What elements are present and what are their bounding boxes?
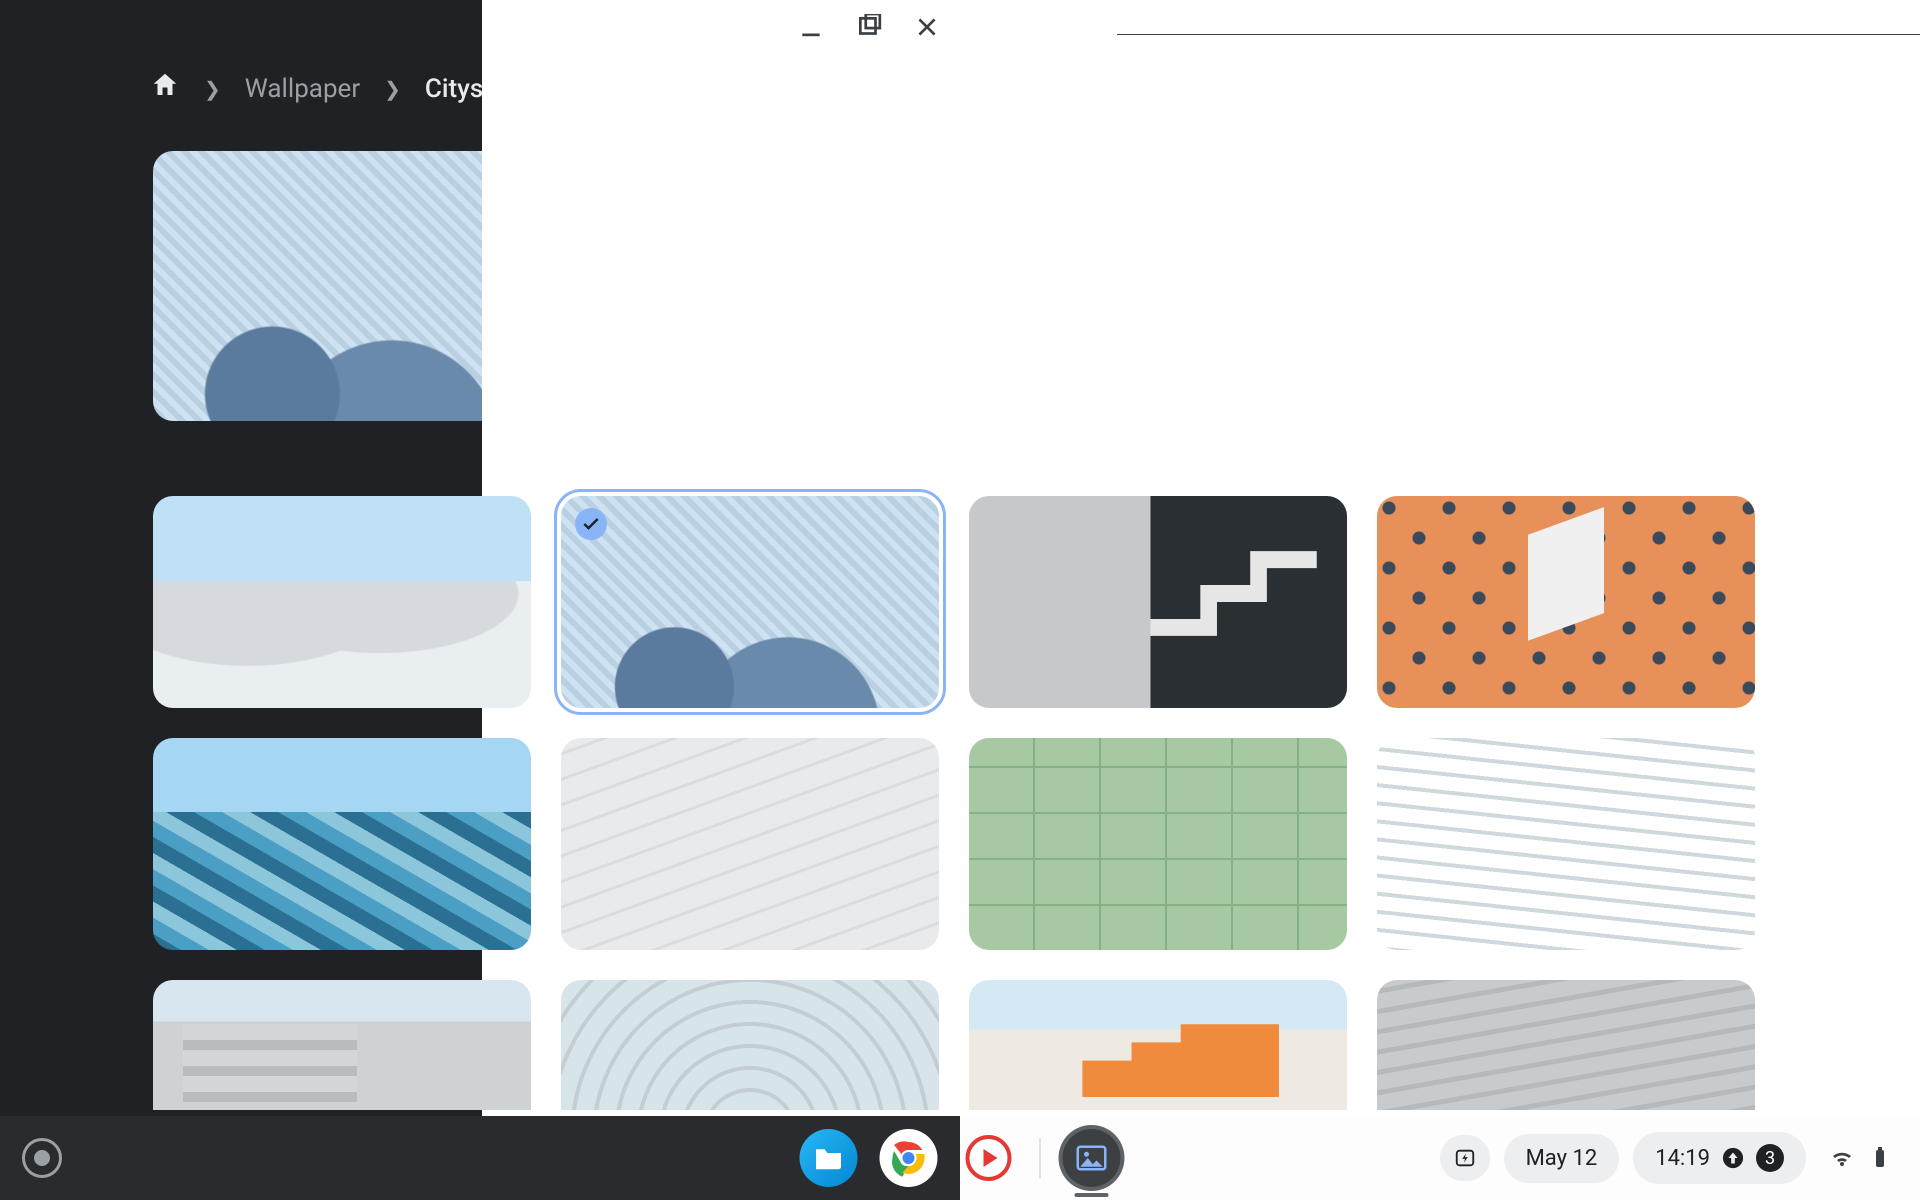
- shelf-time: 14:19: [1655, 1146, 1710, 1171]
- youtube-music-icon[interactable]: [960, 1129, 1018, 1187]
- wallpaper-thumb[interactable]: [969, 980, 1347, 1110]
- desktop: ❯ Wallpaper ❯ Cityscapes Currently set S…: [0, 0, 1920, 1200]
- chevron-right-icon: ❯: [204, 77, 221, 101]
- wallpaper-thumb[interactable]: [969, 738, 1347, 950]
- shelf: May 12 14:19 3: [0, 1116, 1920, 1200]
- breadcrumb-cityscapes[interactable]: Cityscapes: [425, 74, 482, 104]
- wallpaper-thumb[interactable]: [561, 980, 939, 1110]
- shelf-date: May 12: [1526, 1146, 1598, 1171]
- wallpaper-settings-window: ❯ Wallpaper ❯ Cityscapes Currently set S…: [0, 0, 1920, 1116]
- wallpaper-thumb[interactable]: [153, 738, 531, 950]
- shelf-center: [800, 1116, 1121, 1200]
- wallpaper-thumb-selected[interactable]: [561, 496, 939, 708]
- power-status-pill[interactable]: [1440, 1135, 1490, 1181]
- time-notif-pill[interactable]: 14:19 3: [1633, 1132, 1806, 1184]
- shelf-right: May 12 14:19 3: [1440, 1116, 1920, 1200]
- wallpaper-thumb[interactable]: [1377, 738, 1755, 950]
- breadcrumb-wallpaper[interactable]: Wallpaper: [245, 74, 360, 104]
- wallpaper-thumb[interactable]: [153, 496, 531, 708]
- notification-count-badge: 3: [1756, 1144, 1784, 1172]
- chevron-right-icon: ❯: [384, 77, 401, 101]
- wallpaper-thumb[interactable]: [1377, 980, 1755, 1110]
- launcher-button[interactable]: [22, 1138, 62, 1178]
- section-divider: [1117, 34, 1920, 35]
- up-arrow-icon: [1722, 1147, 1744, 1169]
- battery-icon: [1868, 1146, 1892, 1170]
- files-app-icon[interactable]: [800, 1129, 858, 1187]
- active-indicator: [1075, 1193, 1109, 1197]
- shelf-separator: [1040, 1138, 1041, 1178]
- current-wallpaper-thumb: [153, 151, 482, 421]
- charging-icon: [1454, 1147, 1476, 1169]
- wallpaper-grid: [153, 496, 1763, 1110]
- current-wallpaper-hero: Currently set Solomon R. Guggenheim Muse…: [0, 151, 482, 421]
- minimize-button[interactable]: [798, 14, 824, 44]
- home-icon[interactable]: [150, 70, 180, 107]
- close-button[interactable]: [914, 14, 940, 44]
- wallpaper-thumb[interactable]: [1377, 496, 1755, 708]
- wallpaper-thumb[interactable]: [153, 980, 531, 1110]
- date-pill[interactable]: May 12: [1504, 1134, 1620, 1183]
- check-icon: [575, 508, 607, 540]
- maximize-button[interactable]: [856, 14, 882, 44]
- wallpaper-app-icon[interactable]: [1063, 1129, 1121, 1187]
- chrome-app-icon[interactable]: [880, 1129, 938, 1187]
- breadcrumb: ❯ Wallpaper ❯ Cityscapes: [0, 70, 482, 151]
- wallpaper-thumb[interactable]: [561, 738, 939, 950]
- status-tray[interactable]: [1820, 1146, 1902, 1170]
- window-controls: [798, 14, 940, 44]
- wallpaper-thumb[interactable]: [969, 496, 1347, 708]
- wifi-icon: [1830, 1146, 1854, 1170]
